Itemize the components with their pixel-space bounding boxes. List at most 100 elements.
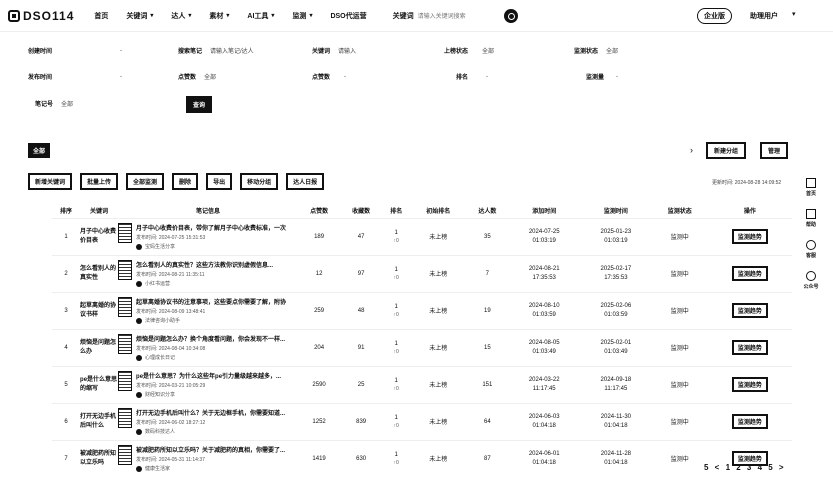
note-publish-time: 发布时间: 2024-05-31 11:14:37	[136, 457, 205, 464]
creator-daily-button[interactable]: 达人日报	[286, 173, 325, 190]
col-order[interactable]: 排序	[52, 204, 80, 218]
monitor-trend-button[interactable]: 监测趋势	[731, 266, 768, 281]
col-favs[interactable]: 收藏数	[340, 204, 382, 218]
note-title[interactable]: 被减肥药所知以立乐吗？关于减肥药的真相，你需要了...	[136, 445, 286, 454]
pagination[interactable]: 5 < 1 2 3 4 5 >	[704, 463, 786, 472]
row-rank: 1 ↑0	[382, 291, 411, 329]
search-input[interactable]: 请输入关键词搜索	[418, 11, 498, 20]
monitor-trend-button[interactable]: 监测趋势	[731, 414, 768, 429]
note-author[interactable]: 健康生活家	[136, 465, 286, 472]
row-keyword[interactable]: 被减肥药所知以立乐吗	[80, 439, 119, 477]
nav-item-dso-service[interactable]: DSO代运营	[330, 11, 366, 21]
note-id-select[interactable]: 全部	[61, 99, 73, 108]
nav-item-materials[interactable]: 素材 ▾	[209, 11, 229, 21]
likes-range-field[interactable]: -	[344, 74, 346, 80]
row-keyword[interactable]: 打开无边手机后叫什么	[80, 402, 119, 440]
row-keyword[interactable]: 起草离婚的协议书样	[80, 291, 119, 329]
logo-icon	[8, 9, 20, 22]
row-likes: 1252	[298, 402, 341, 440]
rank-status-select[interactable]: 全部	[482, 46, 494, 55]
monitor-trend-button[interactable]: 监测趋势	[731, 303, 768, 318]
col-creators[interactable]: 达人数	[466, 204, 508, 218]
col-monitor-time: 监测时间	[603, 209, 628, 216]
row-note: 起草离婚协议书的注意事项，这些要点你需要了解，附协... 发布时间: 2024-0…	[118, 291, 299, 329]
row-actions: 监测趋势	[707, 365, 792, 403]
note-author[interactable]: 宝妈生活分享	[136, 243, 286, 250]
row-keyword[interactable]: 怎么看别人的真实性	[80, 254, 119, 292]
export-button[interactable]: 导出	[206, 173, 233, 190]
nav-item-home[interactable]: 首页	[94, 11, 108, 21]
delete-button[interactable]: 删除	[172, 173, 199, 190]
note-author[interactable]: 法律咨询小助手	[136, 317, 286, 324]
filter-monitor-count: 监测量 -	[586, 73, 619, 82]
chevron-down-icon: ▾	[150, 13, 154, 19]
enterprise-button[interactable]: 企业版	[697, 8, 732, 24]
search-icon[interactable]	[503, 8, 518, 23]
keyword-field[interactable]: 请输入	[338, 46, 356, 55]
row-monitor-time: 2025-02-01 01:03:49	[580, 328, 652, 366]
note-title[interactable]: pe是什么意思？为什么这些年pe引力量级越来越多，...	[136, 371, 286, 380]
keyword-table: 排序 关键词 笔记信息 点赞数 收藏数 排名 初始排名 达人数 添加时间 监测时…	[52, 204, 792, 477]
chevron-down-icon: ▾	[188, 13, 192, 19]
row-keyword[interactable]: pe是什么意思的缩写	[80, 365, 119, 403]
note-thumbnail[interactable]	[118, 260, 133, 280]
col-initial-rank: 初始排名	[426, 209, 451, 216]
note-title[interactable]: 烦恼是问题怎么办？换个角度看问题，你会发现不一样...	[136, 334, 286, 343]
row-keyword[interactable]: 月子中心收费价目表	[80, 217, 119, 255]
move-group-button[interactable]: 移动分组	[240, 173, 279, 190]
row-keyword[interactable]: 烦恼是问题怎么办	[80, 328, 119, 366]
sidebar-item-home[interactable]: 首页	[805, 178, 816, 197]
table-row: 1 月子中心收费价目表 月子中心收费价目表，带你了解月子中心收费标准，一次... 发布…	[52, 217, 792, 255]
note-title[interactable]: 起草离婚协议书的注意事项，这些要点你需要了解，附协...	[136, 297, 286, 306]
logo[interactable]: DSO114	[8, 9, 74, 23]
monitor-status-select[interactable]: 全部	[606, 46, 618, 55]
nav-item-monitor[interactable]: 监测 ▾	[292, 11, 312, 21]
col-rank[interactable]: 排名	[382, 204, 410, 218]
col-add-time: 添加时间	[532, 209, 557, 216]
note-thumbnail[interactable]	[118, 408, 133, 428]
note-author[interactable]: 心理成长日记	[136, 354, 286, 361]
chevron-right-icon[interactable]: ›	[690, 145, 693, 155]
monitor-trend-button[interactable]: 监测趋势	[731, 340, 768, 355]
sidebar-item-help[interactable]: 帮助	[805, 209, 816, 228]
note-thumbnail[interactable]	[118, 334, 133, 354]
row-actions: 监测趋势	[707, 328, 792, 366]
note-thumbnail[interactable]	[118, 371, 133, 391]
col-likes[interactable]: 点赞数	[298, 204, 340, 218]
nav-item-ai-tools[interactable]: AI工具 ▾	[247, 11, 274, 21]
monitor-trend-button[interactable]: 监测趋势	[731, 377, 768, 392]
note-title[interactable]: 月子中心收费价目表，带你了解月子中心收费标准，一次...	[136, 223, 286, 232]
sidebar-item-wechat[interactable]: 公众号	[803, 271, 819, 290]
add-keyword-button[interactable]: 新增关键词	[28, 173, 73, 190]
chevron-down-icon: ▾	[309, 13, 313, 19]
note-thumbnail[interactable]	[118, 445, 133, 466]
tab-all[interactable]: 全部	[28, 143, 51, 158]
note-title[interactable]: 打开无边手机后叫什么？关于无边框手机，你需要知道...	[136, 408, 286, 417]
note-author[interactable]: 小红书运营	[136, 280, 286, 287]
note-title[interactable]: 怎么看别人的真实性？这些方法教你识别虚假信息...	[136, 260, 286, 269]
monitor-all-button[interactable]: 全部监测	[126, 173, 165, 190]
likes-select[interactable]: 全部	[204, 72, 216, 81]
batch-upload-button[interactable]: 批量上传	[80, 173, 119, 190]
chevron-down-icon[interactable]: ▾	[792, 10, 796, 18]
note-author[interactable]: 财经知识分享	[136, 391, 286, 398]
row-monitor-time: 2025-02-17 17:35:53	[580, 254, 652, 292]
note-author[interactable]: 数码科技达人	[136, 428, 286, 435]
rank-range-field[interactable]: -	[486, 74, 488, 80]
add-group-button[interactable]: 新建分组	[706, 142, 747, 159]
nav-item-keywords[interactable]: 关键词 ▾	[126, 11, 153, 21]
monitor-trend-button[interactable]: 监测趋势	[731, 229, 768, 244]
user-name[interactable]: 助理用户	[750, 11, 778, 21]
monitor-count-field[interactable]: -	[616, 74, 618, 80]
manage-button[interactable]: 管理	[760, 142, 789, 159]
query-button[interactable]: 查询	[186, 96, 213, 113]
search-type-label[interactable]: 关键词	[393, 11, 414, 21]
col-note: 笔记信息	[196, 209, 221, 216]
note-thumbnail[interactable]	[118, 223, 133, 243]
nav-item-creators[interactable]: 达人 ▾	[171, 11, 191, 21]
note-thumbnail[interactable]	[118, 297, 133, 317]
search-note-field[interactable]: 请输入笔记/达人	[210, 46, 254, 55]
date-range-field[interactable]: -	[120, 48, 122, 54]
sidebar-item-service[interactable]: 客服	[805, 240, 816, 259]
publish-range-field[interactable]: -	[120, 74, 122, 80]
